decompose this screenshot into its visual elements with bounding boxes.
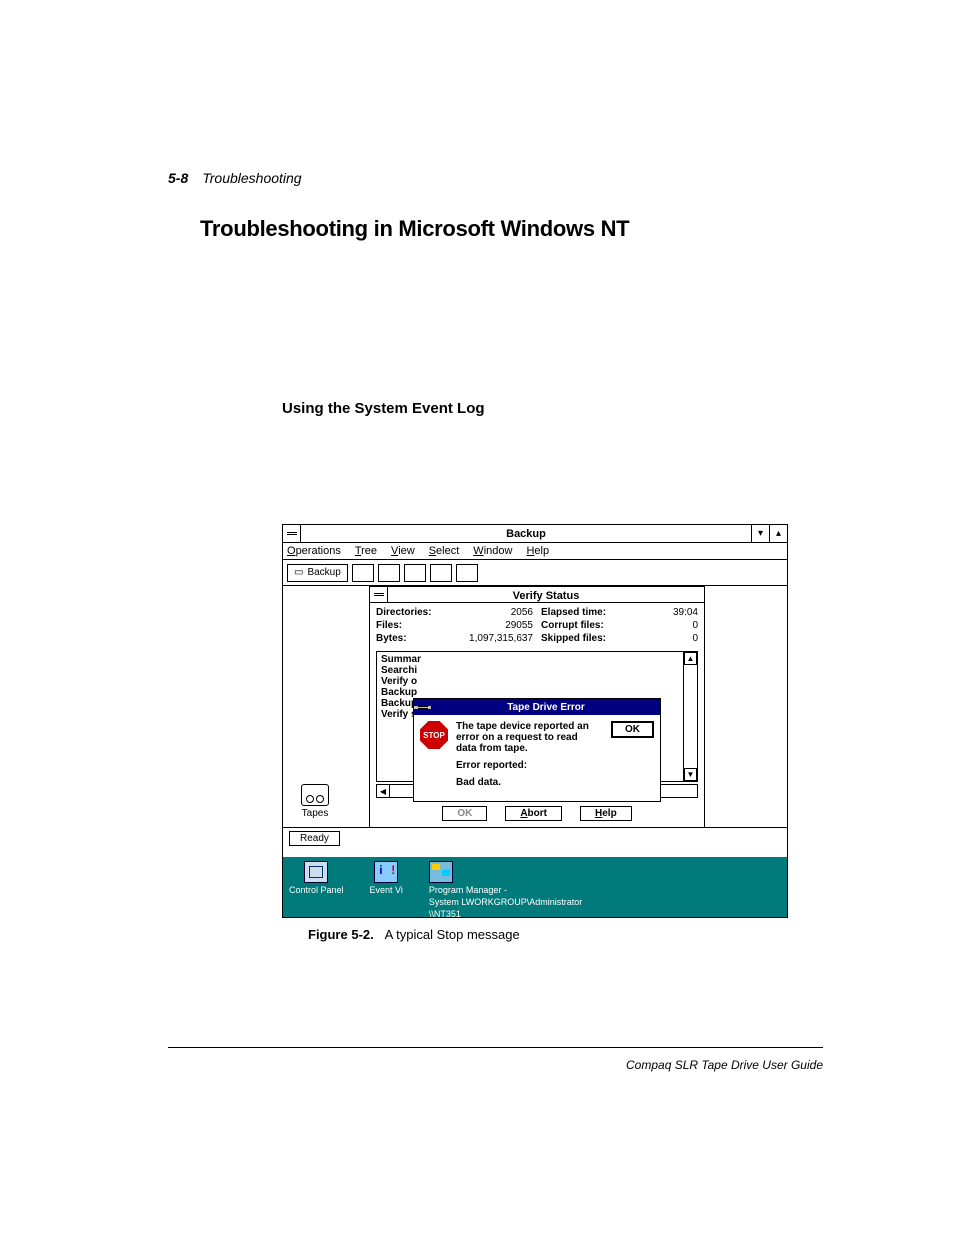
tape-icon: ▭	[294, 567, 303, 578]
footer-text: Compaq SLR Tape Drive User Guide	[626, 1058, 823, 1072]
toolbar-ghost-2[interactable]	[378, 564, 400, 582]
footer-rule	[168, 1047, 823, 1048]
error-line-2: Error reported:	[456, 760, 599, 771]
program-manager-label-1: Program Manager -	[429, 885, 507, 895]
error-message: The tape device reported an error on a r…	[456, 721, 599, 795]
toolbar-ghost-4[interactable]	[430, 564, 452, 582]
mdi-client-area: Tapes ▭Ta \d t Verify Status Directories…	[283, 586, 787, 827]
menu-select[interactable]: Select	[429, 545, 460, 557]
log-vertical-scrollbar[interactable]: ▲ ▼	[683, 652, 697, 781]
verify-help-button[interactable]: Help	[580, 806, 632, 821]
error-system-menu-icon[interactable]	[414, 706, 432, 709]
maximize-button[interactable]	[769, 525, 787, 542]
tape-drive-error-dialog: Tape Drive Error STOP The tape device re…	[413, 698, 661, 802]
tapes-minimized-window[interactable]: Tapes	[301, 784, 329, 819]
error-titlebar: Tape Drive Error	[414, 699, 660, 715]
event-viewer-label: Event Vi	[370, 885, 403, 895]
log-line: Backup	[381, 687, 693, 698]
toolbar-ghost-1[interactable]	[352, 564, 374, 582]
menu-window[interactable]: Window	[473, 545, 512, 557]
value-files: 29055	[505, 620, 533, 631]
control-panel-label: Control Panel	[289, 885, 344, 895]
menu-view[interactable]: View	[391, 545, 415, 557]
tapes-icon	[301, 784, 329, 806]
menu-operations[interactable]: Operations	[287, 545, 341, 557]
stop-icon: STOP	[420, 721, 448, 749]
desktop-area: Control Panel Event Vi Program Manager -…	[283, 857, 787, 917]
app-titlebar: Backup	[283, 525, 787, 543]
toolbar-ghost-5[interactable]	[456, 564, 478, 582]
section-name: Troubleshooting	[202, 170, 301, 186]
verify-button-row: OK Abort Help	[370, 802, 704, 827]
label-corrupt: Corrupt files:	[541, 620, 604, 631]
value-skipped: 0	[692, 633, 698, 644]
minimize-button[interactable]	[751, 525, 769, 542]
tapes-label: Tapes	[301, 808, 329, 819]
heading-2: Using the System Event Log	[282, 400, 485, 417]
figure-caption: Figure 5-2. A typical Stop message	[308, 927, 520, 942]
log-line: Summar	[381, 654, 693, 665]
menu-help[interactable]: Help	[526, 545, 549, 557]
value-elapsed: 39:04	[673, 607, 698, 618]
event-viewer-icon	[374, 861, 398, 883]
verify-title: Verify Status	[388, 587, 704, 602]
app-title: Backup	[301, 525, 751, 542]
error-line-1: The tape device reported an error on a r…	[456, 721, 599, 754]
error-title: Tape Drive Error	[432, 702, 660, 713]
verify-ok-button[interactable]: OK	[442, 806, 487, 821]
toolbar: ▭ Backup	[283, 560, 787, 586]
control-panel-shortcut[interactable]: Control Panel	[289, 861, 344, 895]
status-text: Ready	[289, 831, 340, 846]
backup-app-window: Backup Operations Tree View Select Windo…	[283, 525, 787, 849]
scroll-up-icon[interactable]: ▲	[684, 652, 697, 665]
label-files: Files:	[376, 620, 402, 631]
value-bytes: 1,097,315,637	[469, 633, 533, 644]
running-header: 5-8 Troubleshooting	[168, 170, 302, 186]
program-manager-label-3: \\NT351	[429, 909, 461, 919]
figure-screenshot: Backup Operations Tree View Select Windo…	[282, 524, 788, 918]
scroll-left-icon[interactable]: ◀	[377, 785, 390, 797]
menubar: Operations Tree View Select Window Help	[283, 543, 787, 560]
log-line: Verify o	[381, 676, 693, 687]
verify-system-menu-icon[interactable]	[370, 587, 388, 602]
value-corrupt: 0	[692, 620, 698, 631]
event-viewer-shortcut[interactable]: Event Vi	[370, 861, 403, 895]
log-line: Searchi	[381, 665, 693, 676]
program-manager-icon	[429, 861, 453, 883]
verify-abort-button[interactable]: Abort	[505, 806, 562, 821]
program-manager-shortcut[interactable]: Program Manager - System LWORKGROUP\Admi…	[429, 861, 582, 919]
verify-stats: Directories: 2056 Files: 29055 Bytes: 1,097…	[370, 603, 704, 649]
heading-1: Troubleshooting in Microsoft Windows NT	[200, 216, 629, 242]
label-bytes: Bytes:	[376, 633, 407, 644]
label-elapsed: Elapsed time:	[541, 607, 606, 618]
scroll-down-icon[interactable]: ▼	[684, 768, 697, 781]
control-panel-icon	[304, 861, 328, 883]
error-line-3: Bad data.	[456, 777, 599, 788]
status-bar: Ready	[283, 827, 787, 849]
verify-titlebar: Verify Status	[370, 587, 704, 603]
backup-button[interactable]: ▭ Backup	[287, 564, 348, 582]
program-manager-label-2: System LWORKGROUP\Administrator	[429, 897, 582, 907]
label-skipped: Skipped files:	[541, 633, 606, 644]
figure-number: Figure 5-2.	[308, 927, 374, 942]
menu-tree[interactable]: Tree	[355, 545, 377, 557]
value-directories: 2056	[511, 607, 533, 618]
page-number: 5-8	[168, 170, 188, 186]
label-directories: Directories:	[376, 607, 432, 618]
figure-caption-text: A typical Stop message	[385, 927, 520, 942]
toolbar-ghost-3[interactable]	[404, 564, 426, 582]
system-menu-icon[interactable]	[283, 525, 301, 542]
error-ok-button[interactable]: OK	[611, 721, 654, 738]
